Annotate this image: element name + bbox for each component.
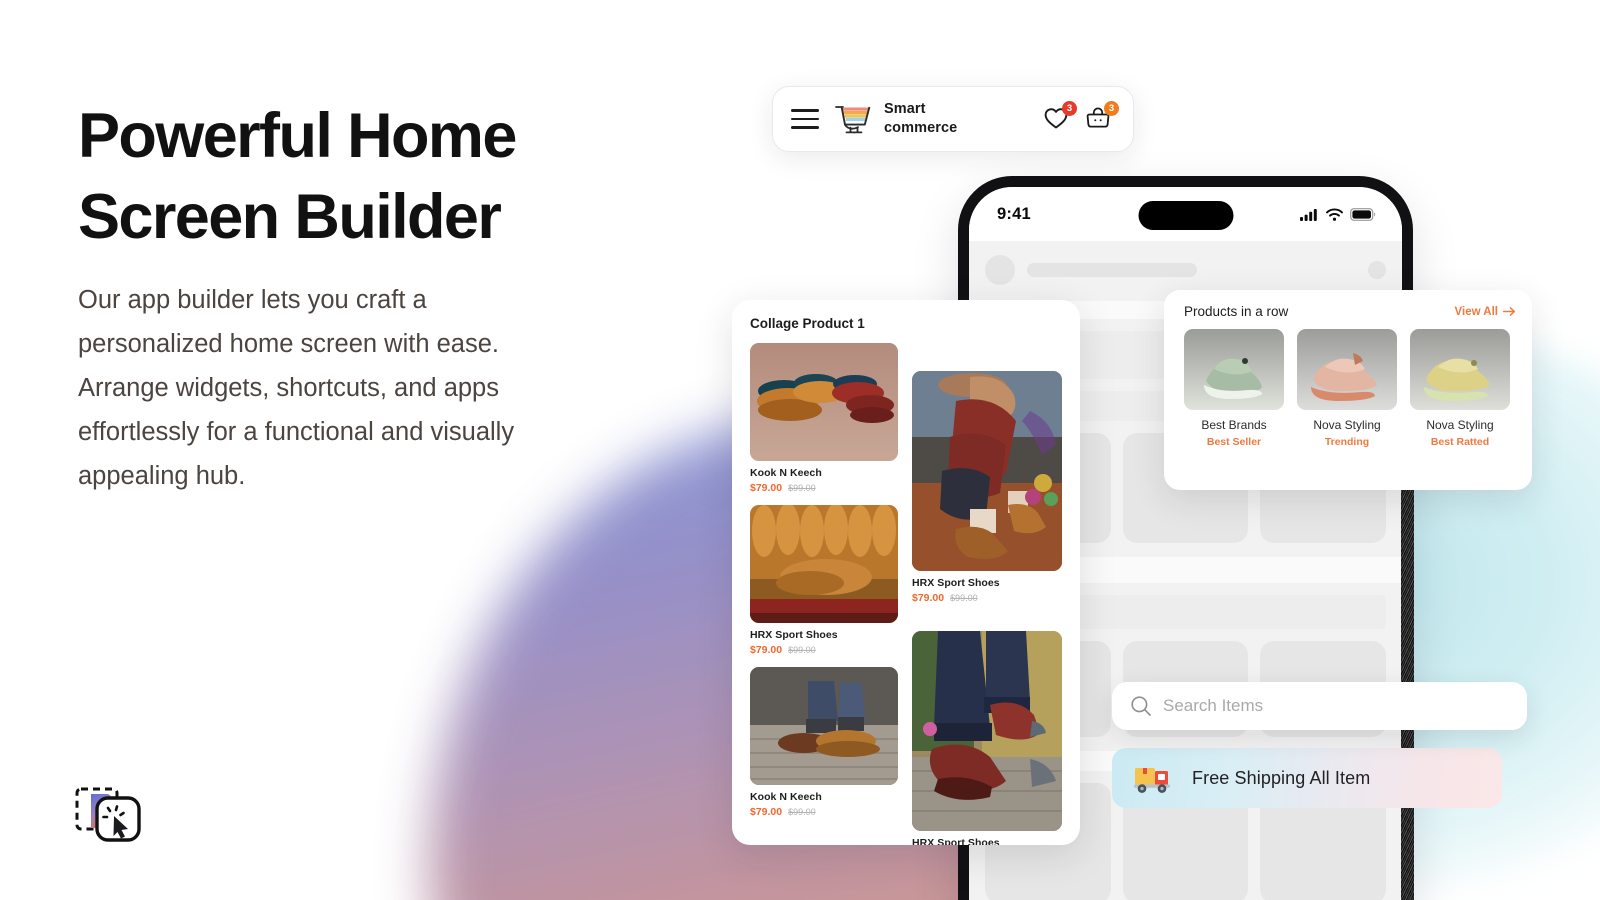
brand-name: Smart commerce — [884, 100, 957, 139]
product-image — [750, 343, 898, 461]
product-price: $79.00 $99.00 — [912, 592, 1062, 604]
hero-copy: Powerful Home Screen Builder Our app bui… — [78, 96, 638, 499]
product-row-tile[interactable]: Nova Styling Best Ratted — [1410, 329, 1510, 448]
product-image — [1410, 329, 1510, 410]
cart-button[interactable]: 3 — [1085, 101, 1119, 133]
product-image — [912, 631, 1062, 831]
product-price: $79.00 $99.00 — [750, 806, 898, 818]
product-name: Kook N Keech — [750, 467, 822, 479]
signal-bars-icon — [1300, 208, 1317, 221]
brand-name-line-2: commerce — [884, 120, 958, 136]
brand-name-line-1: Smart — [884, 100, 926, 117]
free-shipping-banner: Free Shipping All Item — [1112, 748, 1502, 808]
product-tile[interactable]: Kook N Keech $79.00 $99.00 — [750, 343, 898, 494]
product-tile[interactable]: Kook N Keech $79.00 $99.00 — [750, 667, 898, 818]
app-builder-cursor-icon — [74, 780, 150, 850]
shopping-cart-logo-icon — [833, 102, 873, 136]
search-icon — [1131, 696, 1151, 716]
product-price-current: $79.00 — [912, 592, 945, 604]
product-image — [1297, 329, 1397, 410]
hamburger-menu-icon[interactable] — [791, 109, 819, 129]
wishlist-badge: 3 — [1062, 101, 1077, 116]
product-price-current: $79.00 — [750, 482, 783, 494]
products-row-title: Products in a row — [1184, 304, 1289, 319]
dynamic-island — [1138, 201, 1233, 230]
product-tile[interactable]: HRX Sport Shoes $79.00 $99.00 — [912, 371, 1062, 604]
product-price: $79.00 $99.00 — [750, 482, 898, 494]
product-row-tile[interactable]: Best Brands Best Seller — [1184, 329, 1284, 448]
products-in-a-row-card: Products in a row View All Best Brands B… — [1164, 290, 1532, 490]
hero-description: Our app builder lets you craft a persona… — [78, 286, 515, 490]
status-bar-indicators — [1300, 207, 1376, 221]
arrow-right-icon — [1503, 307, 1516, 316]
products-row-header: Products in a row View All — [1184, 304, 1516, 319]
delivery-truck-icon — [1134, 768, 1170, 793]
product-name: Kook N Keech — [750, 791, 822, 803]
page-title-line-1: Powerful Home — [78, 101, 517, 171]
product-row-tile[interactable]: Nova Styling Trending — [1297, 329, 1397, 448]
product-image — [750, 667, 898, 785]
page-title-line-2: Screen Builder — [78, 181, 502, 252]
product-image — [1184, 329, 1284, 410]
product-image — [750, 505, 898, 623]
product-price-current: $79.00 — [750, 644, 783, 656]
wishlist-button[interactable]: 3 — [1043, 101, 1077, 133]
page-root: Powerful Home Screen Builder Our app bui… — [0, 0, 1600, 900]
product-image — [912, 371, 1062, 571]
battery-full-icon — [1350, 207, 1376, 221]
product-tag: Best Ratted — [1430, 436, 1490, 448]
product-tile[interactable]: HRX Sport Shoes $79.00 $99.00 — [750, 505, 898, 656]
product-price-compare: $99.00 — [788, 483, 816, 493]
product-price-compare: $99.00 — [950, 593, 978, 603]
collage-column-right: HRX Sport Shoes $79.00 $99.00 HRX Sport … — [912, 343, 1062, 845]
collage-card-title: Collage Product 1 — [750, 316, 865, 331]
product-price-compare: $99.00 — [788, 807, 816, 817]
collage-column-left: Kook N Keech $79.00 $99.00 HRX Sport Sho… — [750, 343, 898, 845]
products-row-items: Best Brands Best Seller Nova Styling Tre… — [1184, 329, 1516, 448]
search-bar[interactable]: Search Items — [1112, 682, 1527, 730]
header-actions: 3 3 — [1043, 101, 1119, 133]
wifi-icon — [1326, 208, 1343, 221]
product-tag: Trending — [1324, 436, 1370, 448]
product-tag: Best Seller — [1206, 436, 1262, 448]
product-tile[interactable]: HRX Sport Shoes $79.00 $99.00 — [912, 631, 1062, 845]
phone-status-bar: 9:41 — [969, 187, 1402, 241]
product-name: Nova Styling — [1313, 418, 1381, 432]
product-price: $79.00 $99.00 — [750, 644, 898, 656]
product-price-compare: $99.00 — [788, 645, 816, 655]
product-name: Best Brands — [1201, 418, 1267, 432]
free-shipping-label: Free Shipping All Item — [1192, 767, 1371, 788]
view-all-link[interactable]: View All — [1455, 306, 1516, 318]
product-name: HRX Sport Shoes — [912, 837, 1000, 845]
search-input[interactable]: Search Items — [1163, 696, 1263, 716]
page-title: Powerful Home Screen Builder — [78, 96, 638, 257]
status-bar-time: 9:41 — [997, 204, 1031, 223]
smart-commerce-header-card: Smart commerce 3 3 — [772, 86, 1134, 152]
phone-side-texture — [1401, 430, 1414, 900]
product-name: Nova Styling — [1426, 418, 1494, 432]
collage-product-card: Collage Product 1 Kook N Keech $79.00 $9… — [732, 300, 1080, 845]
product-name: HRX Sport Shoes — [912, 577, 1000, 589]
product-price-current: $79.00 — [750, 806, 783, 818]
view-all-label: View All — [1454, 305, 1498, 318]
product-name: HRX Sport Shoes — [750, 629, 838, 641]
cart-badge: 3 — [1104, 101, 1119, 116]
skeleton-topbar — [985, 255, 1386, 285]
